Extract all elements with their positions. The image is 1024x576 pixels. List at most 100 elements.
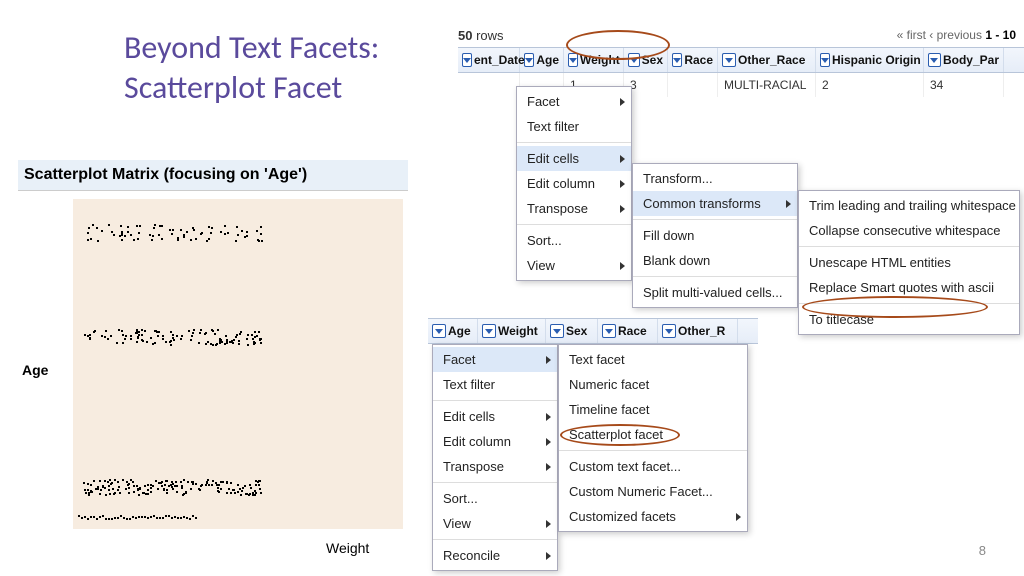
submenu-facet: Text facet Numeric facet Timeline facet … xyxy=(558,344,748,532)
title-line-1: Beyond Text Facets: xyxy=(124,28,379,67)
menu-item-edit-column[interactable]: Edit column xyxy=(517,171,631,196)
column-menu-trigger[interactable] xyxy=(722,53,736,67)
menu-item-view[interactable]: View xyxy=(517,253,631,278)
column-name: Hispanic Origin xyxy=(832,53,921,67)
column-name: Race xyxy=(618,324,647,338)
rows-word: rows xyxy=(472,28,503,43)
axis-x-label: Weight xyxy=(326,540,369,556)
column-name: Weight xyxy=(580,53,620,67)
column-header-ent-date: ent_Date xyxy=(458,48,520,72)
data-cell[interactable]: 2 xyxy=(816,73,924,97)
menu-item-edit-cells[interactable]: Edit cells xyxy=(517,146,631,171)
axis-y-label: Age xyxy=(22,362,48,378)
menu-item-facet[interactable]: Facet xyxy=(517,89,631,114)
column-name: Body_Par xyxy=(943,53,999,67)
menu-item-transform[interactable]: Transform... xyxy=(633,166,797,191)
menu-separator xyxy=(799,303,1019,304)
column-name: Sex xyxy=(642,53,663,67)
menu-item-smart-quotes[interactable]: Replace Smart quotes with ascii xyxy=(799,275,1019,300)
menu-item-timeline-facet[interactable]: Timeline facet xyxy=(559,397,747,422)
menu-item-customized-facets[interactable]: Customized facets xyxy=(559,504,747,529)
menu-item-unescape-html[interactable]: Unescape HTML entities xyxy=(799,250,1019,275)
menu-item-view[interactable]: View xyxy=(433,511,557,536)
column-name: Age xyxy=(448,324,471,338)
column-menu-trigger[interactable] xyxy=(928,53,941,67)
data-cell[interactable] xyxy=(668,73,718,97)
menu-item-custom-numeric-facet[interactable]: Custom Numeric Facet... xyxy=(559,479,747,504)
column-menu-trigger[interactable] xyxy=(628,53,640,67)
column-header-hispanic-origin: Hispanic Origin xyxy=(816,48,924,72)
column-menu-trigger[interactable] xyxy=(672,53,682,67)
row-count: 50 xyxy=(458,28,472,43)
column-menu-trigger[interactable] xyxy=(820,53,830,67)
menu-item-scatterplot-facet[interactable]: Scatterplot facet xyxy=(559,422,747,447)
column-header-race: Race xyxy=(598,319,658,343)
column-menu-trigger[interactable] xyxy=(568,53,578,67)
menu-item-sort[interactable]: Sort... xyxy=(433,486,557,511)
column-name: Race xyxy=(684,53,713,67)
column-menu-trigger[interactable] xyxy=(482,324,496,338)
menu-item-trim-whitespace[interactable]: Trim leading and trailing whitespace xyxy=(799,193,1019,218)
column-menu-trigger[interactable] xyxy=(524,53,534,67)
rows-line: 50 rows « first ‹ previous 1 - 10 xyxy=(458,28,1024,43)
column-menu-trigger[interactable] xyxy=(432,324,446,338)
column-name: Sex xyxy=(566,324,587,338)
menu-item-transpose[interactable]: Transpose xyxy=(517,196,631,221)
menu-item-blank-down[interactable]: Blank down xyxy=(633,248,797,273)
menu-item-reconcile[interactable]: Reconcile xyxy=(433,543,557,568)
column-menu-trigger[interactable] xyxy=(602,324,616,338)
menu-item-text-facet[interactable]: Text facet xyxy=(559,347,747,372)
column-header-other-r: Other_R xyxy=(658,319,738,343)
menu-item-titlecase[interactable]: To titlecase xyxy=(799,307,1019,332)
scatterplot-age-weight[interactable] xyxy=(73,199,403,529)
scatterplot-matrix-panel: Scatterplot Matrix (focusing on 'Age') xyxy=(18,160,408,529)
pager-prev[interactable]: « first ‹ previous xyxy=(897,28,986,42)
submenu-edit-cells: Transform... Common transforms Fill down… xyxy=(632,163,798,308)
column-header-age: Age xyxy=(428,319,478,343)
menu-separator xyxy=(433,539,557,540)
menu-item-text-filter[interactable]: Text filter xyxy=(517,114,631,139)
menu-separator xyxy=(799,246,1019,247)
menu-item-custom-text-facet[interactable]: Custom text facet... xyxy=(559,454,747,479)
column-menu-trigger[interactable] xyxy=(550,324,564,338)
column-header-sex: Sex xyxy=(546,319,598,343)
pager-range: 1 - 10 xyxy=(985,28,1016,42)
menu-item-text-filter[interactable]: Text filter xyxy=(433,372,557,397)
menu-item-split-multi[interactable]: Split multi-valued cells... xyxy=(633,280,797,305)
data-grid-mid: Age Weight Sex Race Other_R xyxy=(428,318,758,344)
column-header-other-race: Other_Race xyxy=(718,48,816,72)
column-name: Other_R xyxy=(678,324,725,338)
menu-item-common-transforms[interactable]: Common transforms xyxy=(633,191,797,216)
submenu-common-transforms: Trim leading and trailing whitespace Col… xyxy=(798,190,1020,335)
page-number: 8 xyxy=(979,543,986,558)
column-name: Other_Race xyxy=(738,53,805,67)
menu-separator xyxy=(633,276,797,277)
menu-separator xyxy=(517,142,631,143)
menu-item-edit-column[interactable]: Edit column xyxy=(433,429,557,454)
menu-item-fill-down[interactable]: Fill down xyxy=(633,223,797,248)
column-header-sex: Sex xyxy=(624,48,668,72)
column-header-body-par: Body_Par xyxy=(924,48,1004,72)
menu-item-edit-cells[interactable]: Edit cells xyxy=(433,404,557,429)
slide-title: Beyond Text Facets: Scatterplot Facet xyxy=(124,28,379,108)
data-cell[interactable]: MULTI-RACIAL xyxy=(718,73,816,97)
menu-separator xyxy=(633,219,797,220)
menu-separator xyxy=(433,400,557,401)
menu-item-collapse-whitespace[interactable]: Collapse consecutive whitespace xyxy=(799,218,1019,243)
menu-separator xyxy=(517,224,631,225)
column-name: Age xyxy=(536,53,559,67)
column-header-weight: Weight xyxy=(564,48,624,72)
menu-item-facet[interactable]: Facet xyxy=(433,347,557,372)
column-name: Weight xyxy=(498,324,538,338)
column-menu-trigger[interactable] xyxy=(662,324,676,338)
data-cell[interactable]: 34 xyxy=(924,73,1004,97)
menu-separator xyxy=(559,450,747,451)
pager[interactable]: « first ‹ previous 1 - 10 xyxy=(897,28,1016,43)
data-cell xyxy=(458,73,520,97)
column-menu-trigger[interactable] xyxy=(462,53,472,67)
menu-item-numeric-facet[interactable]: Numeric facet xyxy=(559,372,747,397)
menu-item-sort[interactable]: Sort... xyxy=(517,228,631,253)
menu-item-transpose[interactable]: Transpose xyxy=(433,454,557,479)
column-header-age: Age xyxy=(520,48,564,72)
column-menu-age: Facet Text filter Edit cells Edit column… xyxy=(432,344,558,571)
